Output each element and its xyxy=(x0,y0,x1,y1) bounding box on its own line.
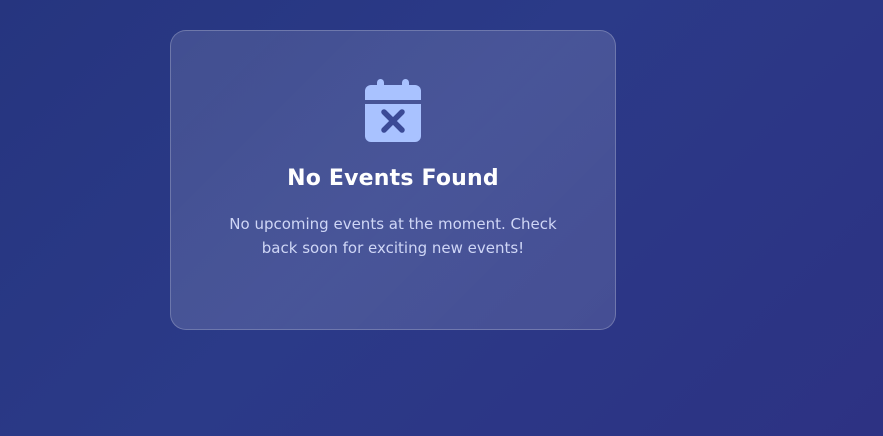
calendar-x-icon xyxy=(365,78,421,142)
empty-state-title: No Events Found xyxy=(287,166,499,191)
empty-state-card: No Events Found No upcoming events at th… xyxy=(170,30,616,330)
empty-state-message: No upcoming events at the moment. Check … xyxy=(229,215,557,257)
